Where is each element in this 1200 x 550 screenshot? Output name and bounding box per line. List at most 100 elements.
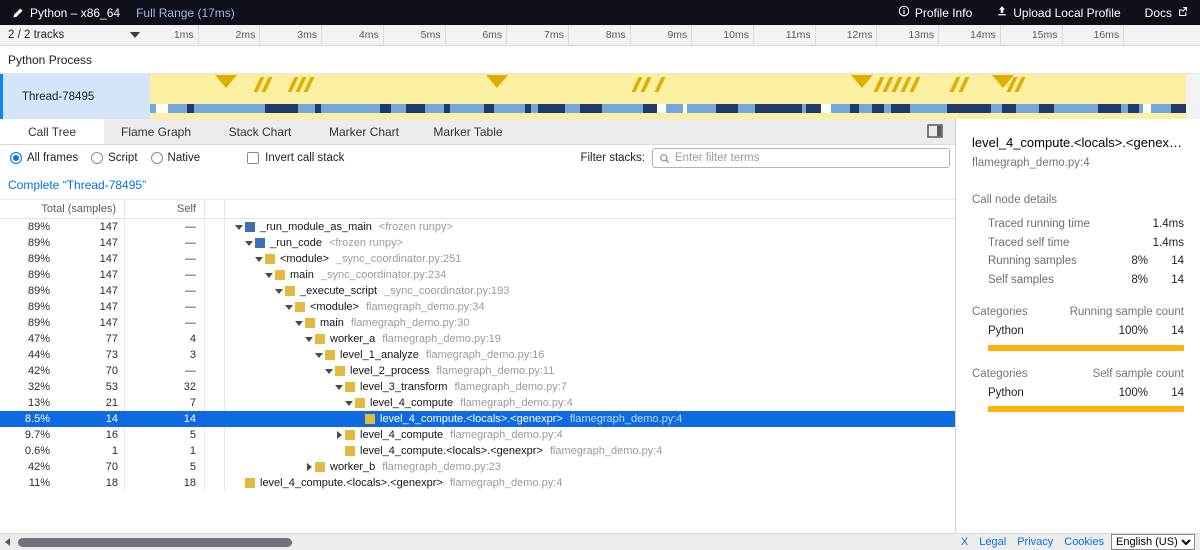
table-row[interactable]: 32%5332level_3_transformflamegraph_demo.… xyxy=(0,379,955,395)
table-row[interactable]: 13%217level_4_computeflamegraph_demo.py:… xyxy=(0,395,955,411)
category-bar xyxy=(988,345,1184,351)
footer-link-x[interactable]: X xyxy=(961,536,968,548)
collapse-arrow-icon[interactable] xyxy=(243,241,255,246)
table-row[interactable]: 89%147—<module>flamegraph_demo.py:34 xyxy=(0,299,955,315)
collapse-arrow-icon[interactable] xyxy=(323,369,335,374)
category-row: Python100%14 xyxy=(972,322,1184,341)
footer-bar: X Legal Privacy Cookies English (US) xyxy=(0,533,1200,550)
edit-pencil-icon[interactable] xyxy=(12,7,24,19)
collapse-arrow-icon[interactable] xyxy=(303,337,315,342)
collapse-arrow-icon[interactable] xyxy=(283,305,295,310)
detail-row: Traced running time1.4ms xyxy=(972,215,1184,234)
tab-marker-chart[interactable]: Marker Chart xyxy=(312,119,416,144)
table-row[interactable]: 47%774worker_aflamegraph_demo.py:19 xyxy=(0,331,955,347)
tree-cell: level_1_analyzeflamegraph_demo.py:16 xyxy=(225,347,955,363)
sample-segment xyxy=(727,104,738,113)
table-row[interactable]: 89%147—_execute_script_sync_coordinator.… xyxy=(0,283,955,299)
file-line: flamegraph_demo.py:7 xyxy=(454,381,567,393)
footer-link-cookies[interactable]: Cookies xyxy=(1064,536,1104,548)
radio-script[interactable]: Script xyxy=(91,152,137,164)
tick-label: 10ms xyxy=(723,29,753,41)
sample-segment xyxy=(499,104,510,113)
tick-label: 16ms xyxy=(1094,29,1124,41)
icon-column xyxy=(205,331,225,347)
sample-segment xyxy=(336,104,348,113)
language-select[interactable]: English (US) xyxy=(1111,534,1195,550)
table-row[interactable]: 42%70—level_2_processflamegraph_demo.py:… xyxy=(0,363,955,379)
horizontal-scrollbar-thumb[interactable] xyxy=(18,538,292,547)
collapse-arrow-icon[interactable] xyxy=(293,321,305,326)
collapse-arrow-icon[interactable] xyxy=(273,289,285,294)
table-row[interactable]: 89%147—main_sync_coordinator.py:234 xyxy=(0,267,955,283)
radio-icon xyxy=(10,152,22,164)
tick-line xyxy=(753,25,754,45)
table-row[interactable]: 89%147—mainflamegraph_demo.py:30 xyxy=(0,315,955,331)
total-samples: 147 xyxy=(50,283,125,299)
scroll-left-arrow-icon[interactable] xyxy=(5,538,10,546)
tab-stack-chart[interactable]: Stack Chart xyxy=(208,119,312,144)
table-row[interactable]: 44%733level_1_analyzeflamegraph_demo.py:… xyxy=(0,347,955,363)
tree-cell: level_3_transformflamegraph_demo.py:7 xyxy=(225,379,955,395)
full-range-button[interactable]: Full Range (17ms) xyxy=(136,6,235,20)
total-samples: 147 xyxy=(50,299,125,315)
icon-column xyxy=(205,299,225,315)
footer-link-privacy[interactable]: Privacy xyxy=(1017,536,1053,548)
collapse-arrow-icon[interactable] xyxy=(233,225,245,230)
table-row[interactable]: 89%147—_run_code<frozen runpy> xyxy=(0,235,955,251)
docs-button[interactable]: Docs xyxy=(1145,6,1188,20)
footer-link-legal[interactable]: Legal xyxy=(979,536,1006,548)
sidebar-toggle-button[interactable] xyxy=(927,124,943,138)
total-samples: 1 xyxy=(50,443,125,459)
table-row[interactable]: 89%147—<module>_sync_coordinator.py:251 xyxy=(0,251,955,267)
function-name: level_1_analyze xyxy=(340,349,419,361)
sample-segment xyxy=(254,104,265,113)
table-row[interactable]: 0.6%11level_4_compute.<locals>.<genexpr>… xyxy=(0,443,955,459)
category-square-icon xyxy=(315,462,325,472)
table-row[interactable]: 89%147—_run_module_as_main<frozen runpy> xyxy=(0,219,955,235)
thread-activity-track[interactable] xyxy=(150,74,1186,119)
invert-call-stack-toggle[interactable]: Invert call stack xyxy=(247,152,344,164)
sample-segment xyxy=(1151,104,1165,113)
collapse-arrow-icon[interactable] xyxy=(313,353,325,358)
total-samples: 70 xyxy=(50,459,125,475)
table-row[interactable]: 42%705worker_bflamegraph_demo.py:23 xyxy=(0,459,955,475)
self-samples: — xyxy=(125,267,205,283)
sample-segment xyxy=(1171,104,1185,113)
self-samples: 5 xyxy=(125,427,205,443)
self-samples: 1 xyxy=(125,443,205,459)
file-line: <frozen runpy> xyxy=(379,221,453,233)
collapse-arrow-icon[interactable] xyxy=(253,257,265,262)
upload-profile-button[interactable]: Upload Local Profile xyxy=(996,5,1120,20)
sample-segment xyxy=(738,104,748,113)
table-row[interactable]: 11%1818level_4_compute.<locals>.<genexpr… xyxy=(0,475,955,491)
collapse-arrow-icon[interactable] xyxy=(343,401,355,406)
icon-column xyxy=(205,347,225,363)
breadcrumb-complete-thread[interactable]: Complete “Thread-78495” xyxy=(8,178,146,192)
tab-call-tree[interactable]: Call Tree xyxy=(0,119,104,144)
profile-info-button[interactable]: Profile Info xyxy=(898,5,972,20)
radio-all-frames[interactable]: All frames xyxy=(10,152,78,164)
process-track-row[interactable]: Python Process xyxy=(0,46,1200,74)
sample-segment xyxy=(298,104,306,113)
filter-stacks-input[interactable] xyxy=(675,152,943,164)
detail-label: Traced self time xyxy=(988,237,1153,249)
radio-native[interactable]: Native xyxy=(151,152,201,164)
table-row[interactable]: 9.7%165level_4_computeflamegraph_demo.py… xyxy=(0,427,955,443)
expand-arrow-icon[interactable] xyxy=(333,431,345,439)
tracks-dropdown[interactable]: 2 / 2 tracks xyxy=(0,25,150,45)
category-square-icon xyxy=(355,398,365,408)
file-line: flamegraph_demo.py:4 xyxy=(460,397,573,409)
thread-label[interactable]: Thread-78495 xyxy=(0,74,150,119)
self-samples: 7 xyxy=(125,395,205,411)
category-square-icon xyxy=(345,382,355,392)
file-line: flamegraph_demo.py:11 xyxy=(437,365,555,377)
table-row[interactable]: 8.5%1414level_4_compute.<locals>.<genexp… xyxy=(0,411,955,427)
collapse-arrow-icon[interactable] xyxy=(263,273,275,278)
sample-segment xyxy=(937,104,947,113)
tab-flame-graph[interactable]: Flame Graph xyxy=(104,119,208,144)
collapse-arrow-icon[interactable] xyxy=(333,385,345,390)
tab-marker-table[interactable]: Marker Table xyxy=(416,119,520,144)
expand-arrow-icon[interactable] xyxy=(303,463,315,471)
tree-cell: level_4_compute.<locals>.<genexpr>flameg… xyxy=(225,443,955,459)
file-line: flamegraph_demo.py:4 xyxy=(450,429,563,441)
